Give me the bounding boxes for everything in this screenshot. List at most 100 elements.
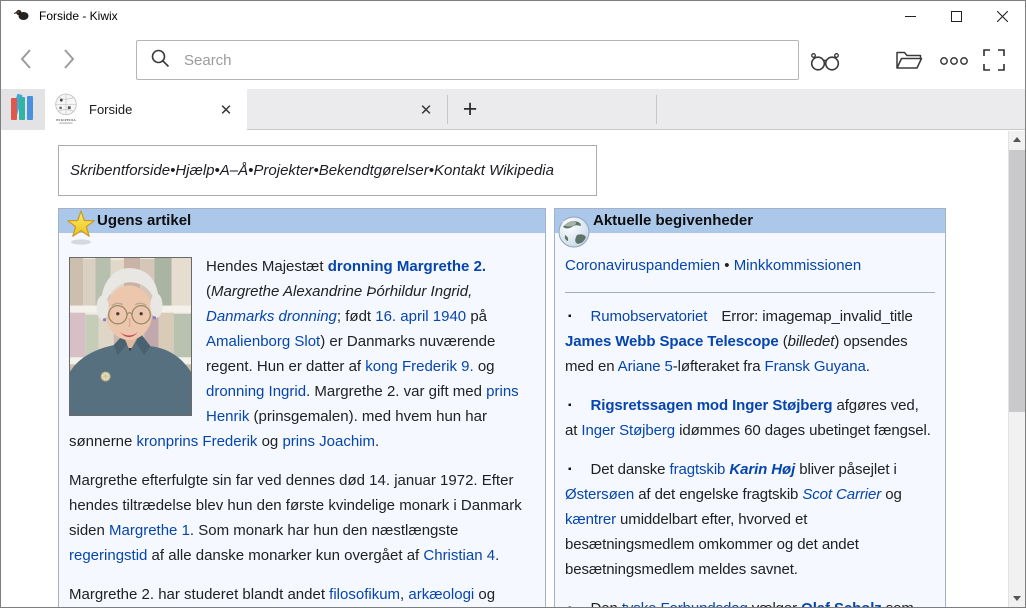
wiki-link[interactable]: Forbundsdag — [660, 600, 747, 607]
wiki-link[interactable]: tyske — [622, 600, 657, 607]
text-run: • — [720, 257, 734, 274]
wiki-link[interactable]: kronprins Frederik — [137, 433, 258, 450]
wiki-link[interactable]: arkæologi — [408, 586, 474, 603]
kiwix-app-icon — [14, 6, 30, 27]
wiki-link[interactable]: dronning Margrethe 2. — [328, 258, 486, 275]
scrollbar-thumb[interactable] — [1009, 150, 1025, 412]
vertical-scrollbar[interactable] — [1008, 131, 1025, 607]
search-input[interactable] — [182, 51, 788, 70]
text-run: idømmes 60 dages ubetinget fængsel. — [675, 422, 931, 439]
featured-article-box: Ugens artikel — [58, 208, 546, 607]
wiki-link[interactable]: Christian 4 — [423, 547, 495, 564]
wiki-link[interactable]: Amalienborg Slot — [206, 333, 320, 350]
nav-link[interactable]: Kontakt Wikipedia — [434, 162, 554, 179]
wiki-link[interactable]: kong Frederik 9. — [365, 358, 473, 375]
tab-close-icon[interactable]: ✕ — [215, 99, 237, 121]
maximize-button[interactable] — [933, 1, 979, 31]
svg-text:WIKIPEDIA: WIKIPEDIA — [56, 118, 77, 122]
wiki-link[interactable]: James Webb Space Telescope — [565, 333, 779, 350]
wiki-link[interactable]: Margrethe 1 — [109, 522, 190, 539]
wiki-link[interactable]: Coronaviruspandemien — [565, 257, 720, 274]
title-bar: Forside - Kiwix — [1, 1, 1025, 31]
text-run: og — [474, 586, 495, 603]
tab-divider — [656, 95, 657, 124]
text-run: og — [881, 486, 902, 503]
tab-empty[interactable]: ✕ — [247, 89, 447, 130]
text-run: ( — [779, 333, 788, 350]
window-title: Forside - Kiwix — [39, 9, 118, 23]
close-button[interactable] — [979, 1, 1025, 31]
text-run: og — [257, 433, 282, 450]
nav-link[interactable]: Skribentforside — [70, 162, 170, 179]
nav-link[interactable]: A–Å — [220, 162, 248, 179]
tab-forside[interactable]: WIKIPEDIA Forside ✕ — [45, 89, 247, 131]
wiki-link[interactable]: Fransk Guyana — [765, 358, 866, 375]
divider — [565, 292, 935, 293]
current-events-body: Coronaviruspandemien • Minkkommissionen … — [555, 233, 945, 607]
more-options-icon[interactable] — [939, 56, 969, 66]
back-button[interactable] — [9, 48, 41, 74]
wiki-link[interactable]: Østersøen — [565, 486, 634, 503]
window-controls — [887, 1, 1025, 31]
scroll-down-arrow[interactable] — [1009, 590, 1025, 607]
text-run: -løfteraket fra — [673, 358, 765, 375]
star-icon — [63, 209, 99, 254]
tab-bar: WIKIPEDIA Forside ✕ ✕ + — [1, 89, 1025, 130]
text-run: . — [866, 358, 870, 375]
wiki-link[interactable]: 16. april 1940 — [375, 308, 466, 325]
wiki-link[interactable]: Inger Støjberg — [581, 422, 675, 439]
featured-article-body: Hendes Majestæt dronning Margrethe 2. (M… — [59, 233, 545, 607]
text-run: Hendes Majestæt — [206, 258, 328, 275]
text-run: og — [474, 358, 495, 375]
forward-arrow-icon — [63, 48, 76, 75]
text-run: bliver påsejlet i — [795, 461, 897, 478]
current-events-header: Aktuelle begivenheder — [555, 209, 945, 233]
text-run: Error: imagemap_invalid_title — [721, 308, 912, 325]
reading-glasses-icon[interactable] — [807, 50, 843, 72]
wiki-link[interactable]: regeringstid — [69, 547, 147, 564]
wiki-link[interactable]: Karin Høj — [729, 461, 795, 478]
article-paragraph: Margrethe efterfulgte sin far ved dennes… — [69, 468, 532, 568]
wiki-link[interactable]: Scot Carrier — [802, 486, 881, 503]
wiki-link[interactable]: Ariane 5 — [618, 358, 673, 375]
wiki-link[interactable]: Rigsretssagen mod Inger Støjberg — [591, 397, 833, 414]
text-run: ; født — [337, 308, 375, 325]
wiki-link[interactable]: filosofikum — [329, 586, 400, 603]
text-run: på — [466, 308, 487, 325]
wiki-link[interactable]: kæntrer — [565, 511, 616, 528]
wiki-link[interactable]: Danmarks dronning — [206, 308, 337, 325]
bullet-icon: ▪ — [568, 311, 572, 322]
text-run: billedet — [788, 333, 835, 350]
text-run: Den — [591, 600, 622, 607]
tab-close-icon[interactable]: ✕ — [415, 99, 437, 121]
new-tab-button[interactable]: + — [453, 92, 487, 126]
nav-link[interactable]: Bekendtgørelser — [319, 162, 429, 179]
news-item: ▪ Rumobservatoriet Error: imagemap_invalid… — [565, 304, 935, 379]
text-run: . — [375, 433, 379, 450]
open-folder-icon[interactable] — [894, 48, 924, 72]
wikipedia-logo-icon: WIKIPEDIA — [51, 92, 81, 133]
text-run: Margrethe Alexandrine Þórhildur Ingrid, — [211, 283, 472, 300]
queen-margrethe-photo[interactable] — [69, 257, 192, 416]
wiki-link[interactable]: dronning Ingrid — [206, 383, 306, 400]
search-box — [136, 40, 799, 80]
minimize-button[interactable] — [887, 1, 933, 31]
article-paragraph: Margrethe 2. har studeret blandt andet f… — [69, 582, 532, 607]
globe-icon — [557, 215, 591, 257]
nav-link[interactable]: Projekter — [253, 162, 313, 179]
wiki-link[interactable]: Olaf Scholz — [801, 600, 882, 607]
nav-link[interactable]: Hjælp — [175, 162, 214, 179]
text-run: Det danske — [591, 461, 670, 478]
featured-article-header: Ugens artikel — [59, 209, 545, 233]
wiki-link[interactable]: Minkkommissionen — [734, 257, 862, 274]
wiki-link[interactable]: Rumobservatoriet — [591, 308, 708, 325]
library-books-icon — [8, 92, 38, 127]
library-button[interactable] — [1, 89, 45, 130]
wiki-link[interactable]: fragtskib — [670, 461, 726, 478]
text-run: af alle danske monarker kun overgået af — [147, 547, 423, 564]
forward-button[interactable] — [53, 48, 85, 74]
text-run: Margrethe 2. har studeret blandt andet — [69, 586, 329, 603]
fullscreen-icon[interactable] — [983, 49, 1005, 71]
scroll-up-arrow[interactable] — [1009, 131, 1025, 148]
wiki-link[interactable]: prins Joachim — [282, 433, 375, 450]
